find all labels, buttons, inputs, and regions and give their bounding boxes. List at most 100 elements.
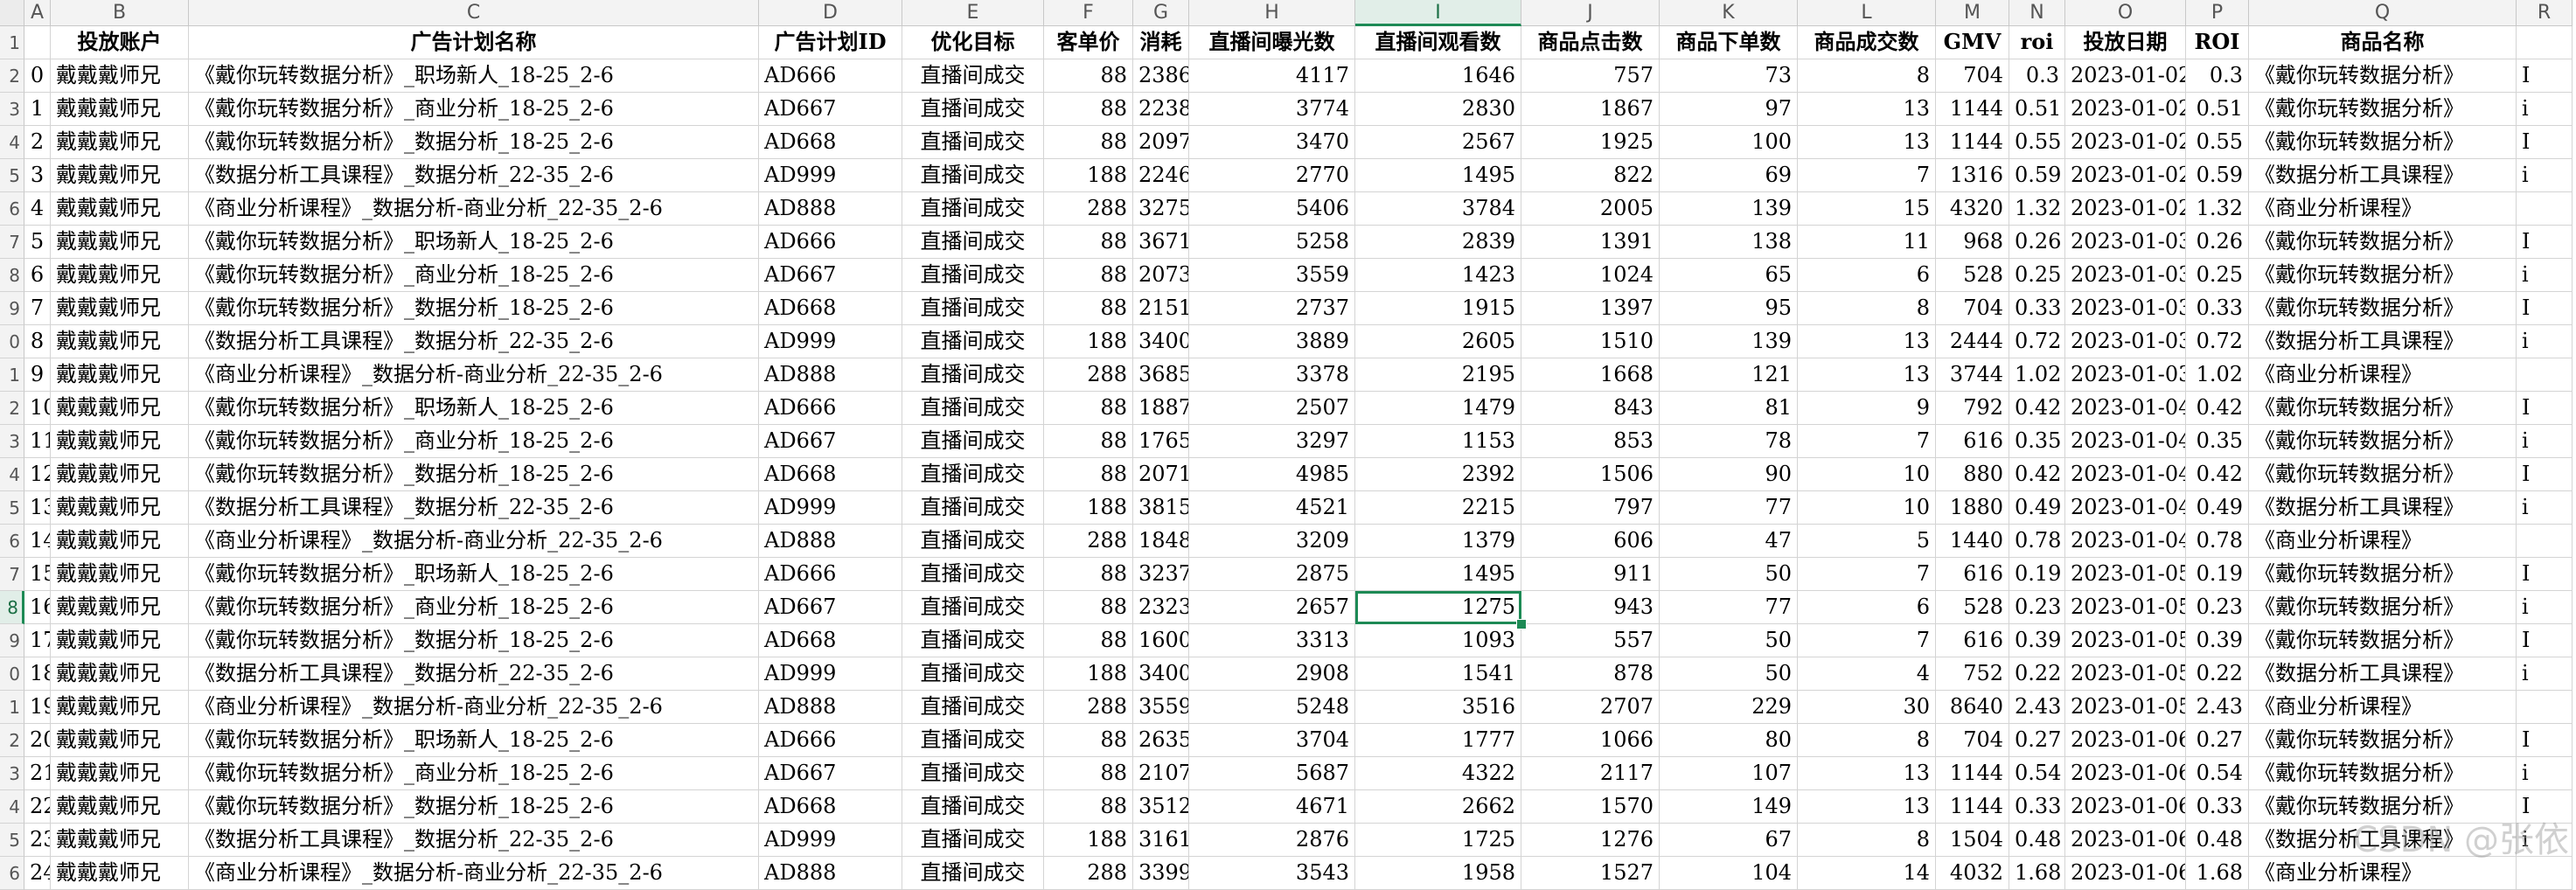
table-cell[interactable]: 0.27: [2009, 724, 2065, 757]
column-header-c[interactable]: C: [189, 0, 759, 26]
table-cell[interactable]: 2635: [1133, 724, 1189, 757]
table-cell[interactable]: 《商业分析课程》_数据分析-商业分析_22-35_2-6: [189, 358, 759, 392]
column-title-cell[interactable]: 商品点击数: [1521, 26, 1660, 59]
table-cell[interactable]: 2195: [1355, 358, 1521, 392]
table-cell[interactable]: 0.72: [2186, 325, 2249, 358]
table-cell[interactable]: 10: [1798, 491, 1936, 525]
table-cell[interactable]: 1848: [1133, 525, 1189, 558]
table-cell[interactable]: 《戴你玩转数据分析》_数据分析_18-25_2-6: [189, 126, 759, 159]
spreadsheet-grid[interactable]: ABCDEFGHIJKLMNOPQR 123456789012345678901…: [0, 0, 2576, 890]
row-index-cell[interactable]: 18: [24, 657, 51, 691]
table-cell[interactable]: 2023-01-02: [2065, 159, 2186, 192]
table-cell[interactable]: 13: [1798, 126, 1936, 159]
table-cell[interactable]: 0.33: [2186, 292, 2249, 325]
table-cell[interactable]: 139: [1660, 325, 1798, 358]
table-cell[interactable]: 2097: [1133, 126, 1189, 159]
table-cell[interactable]: 2908: [1189, 657, 1355, 691]
column-title-cell[interactable]: 直播间曝光数: [1189, 26, 1355, 59]
table-cell[interactable]: 2023-01-02: [2065, 59, 2186, 93]
table-cell[interactable]: 《戴你玩转数据分析》: [2249, 226, 2517, 259]
table-cell[interactable]: I: [2517, 724, 2573, 757]
table-cell[interactable]: 戴戴戴师兄: [51, 491, 189, 525]
table-cell[interactable]: I: [2517, 790, 2573, 824]
table-cell[interactable]: 0.35: [2009, 425, 2065, 458]
table-cell[interactable]: 戴戴戴师兄: [51, 425, 189, 458]
table-cell[interactable]: 3297: [1189, 425, 1355, 458]
row-header[interactable]: 2: [0, 392, 24, 425]
table-cell[interactable]: I: [2517, 392, 2573, 425]
table-cell[interactable]: 2215: [1355, 491, 1521, 525]
table-cell[interactable]: 88: [1044, 126, 1133, 159]
row-header[interactable]: 4: [0, 458, 24, 491]
table-cell[interactable]: 2386: [1133, 59, 1189, 93]
table-cell[interactable]: I: [2517, 624, 2573, 657]
table-cell[interactable]: 1887: [1133, 392, 1189, 425]
table-cell[interactable]: 1479: [1355, 392, 1521, 425]
column-title-cell[interactable]: 商品名称: [2249, 26, 2517, 59]
table-cell[interactable]: 7: [1798, 425, 1936, 458]
table-cell[interactable]: 47: [1660, 525, 1798, 558]
table-cell[interactable]: [2517, 857, 2573, 890]
row-index-cell[interactable]: 11: [24, 425, 51, 458]
table-cell[interactable]: 1925: [1521, 126, 1660, 159]
table-cell[interactable]: 《戴你玩转数据分析》_数据分析_18-25_2-6: [189, 292, 759, 325]
table-cell[interactable]: 直播间成交: [902, 624, 1044, 657]
table-cell[interactable]: 直播间成交: [902, 358, 1044, 392]
table-cell[interactable]: 3161: [1133, 824, 1189, 857]
table-cell[interactable]: 2023-01-03: [2065, 226, 2186, 259]
table-cell[interactable]: 88: [1044, 425, 1133, 458]
table-cell[interactable]: 77: [1660, 591, 1798, 624]
column-header-p[interactable]: P: [2186, 0, 2249, 26]
table-cell[interactable]: 878: [1521, 657, 1660, 691]
table-cell[interactable]: 《戴你玩转数据分析》: [2249, 790, 2517, 824]
row-index-cell[interactable]: 6: [24, 259, 51, 292]
table-cell[interactable]: 《商业分析课程》_数据分析-商业分析_22-35_2-6: [189, 525, 759, 558]
table-cell[interactable]: 2507: [1189, 392, 1355, 425]
table-cell[interactable]: 1144: [1936, 93, 2009, 126]
table-cell[interactable]: 100: [1660, 126, 1798, 159]
table-cell[interactable]: 《戴你玩转数据分析》: [2249, 458, 2517, 491]
table-cell[interactable]: 229: [1660, 691, 1798, 724]
row-index-cell[interactable]: 14: [24, 525, 51, 558]
table-cell[interactable]: 3400: [1133, 325, 1189, 358]
table-cell[interactable]: 139: [1660, 192, 1798, 226]
table-cell[interactable]: 直播间成交: [902, 757, 1044, 790]
table-cell[interactable]: 3378: [1189, 358, 1355, 392]
table-cell[interactable]: 直播间成交: [902, 292, 1044, 325]
table-cell[interactable]: 1777: [1355, 724, 1521, 757]
row-index-cell[interactable]: 5: [24, 226, 51, 259]
table-cell[interactable]: 0.59: [2009, 159, 2065, 192]
table-cell[interactable]: 2876: [1189, 824, 1355, 857]
row-index-cell[interactable]: 4: [24, 192, 51, 226]
table-cell[interactable]: 0.3: [2009, 59, 2065, 93]
table-cell[interactable]: 直播间成交: [902, 159, 1044, 192]
table-cell[interactable]: 戴戴戴师兄: [51, 824, 189, 857]
table-cell[interactable]: 戴戴戴师兄: [51, 591, 189, 624]
table-cell[interactable]: 戴戴戴师兄: [51, 259, 189, 292]
table-cell[interactable]: 《数据分析工具课程》_数据分析_22-35_2-6: [189, 824, 759, 857]
row-header[interactable]: 0: [0, 325, 24, 358]
row-header[interactable]: 1: [0, 26, 24, 59]
table-cell[interactable]: 《戴你玩转数据分析》: [2249, 425, 2517, 458]
table-cell[interactable]: 6: [1798, 259, 1936, 292]
table-cell[interactable]: 1.68: [2186, 857, 2249, 890]
row-index-cell[interactable]: 24: [24, 857, 51, 890]
table-cell[interactable]: 戴戴戴师兄: [51, 757, 189, 790]
table-cell[interactable]: [2517, 358, 2573, 392]
table-cell[interactable]: 78: [1660, 425, 1798, 458]
table-cell[interactable]: AD888: [759, 857, 902, 890]
table-cell[interactable]: 《戴你玩转数据分析》_商业分析_18-25_2-6: [189, 425, 759, 458]
table-cell[interactable]: 2151: [1133, 292, 1189, 325]
table-cell[interactable]: 853: [1521, 425, 1660, 458]
row-header[interactable]: 9: [0, 624, 24, 657]
table-cell[interactable]: 直播间成交: [902, 226, 1044, 259]
table-cell[interactable]: AD999: [759, 325, 902, 358]
table-cell[interactable]: 《戴你玩转数据分析》: [2249, 126, 2517, 159]
table-cell[interactable]: AD666: [759, 724, 902, 757]
table-cell[interactable]: 0.72: [2009, 325, 2065, 358]
table-cell[interactable]: 1646: [1355, 59, 1521, 93]
table-cell[interactable]: 822: [1521, 159, 1660, 192]
table-cell[interactable]: 3744: [1936, 358, 2009, 392]
table-cell[interactable]: 13: [1798, 757, 1936, 790]
table-cell[interactable]: 直播间成交: [902, 392, 1044, 425]
